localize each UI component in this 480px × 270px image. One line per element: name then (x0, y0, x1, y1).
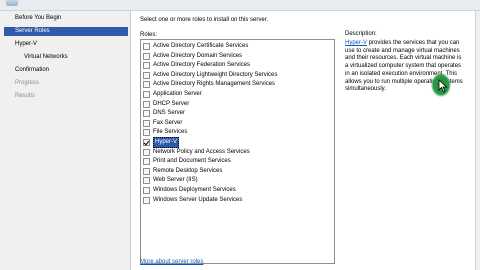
role-checkbox[interactable] (143, 100, 150, 108)
role-checkbox[interactable] (143, 129, 150, 137)
sidebar-item-results: Results (15, 93, 36, 99)
role-checkbox[interactable] (143, 91, 150, 98)
role-checkbox[interactable] (143, 148, 150, 156)
role-checkbox[interactable] (143, 196, 150, 204)
window-top-bar (0, 0, 480, 11)
role-item[interactable]: Network Policy and Access Services (143, 148, 250, 157)
sidebar-item-hyper-v[interactable]: Hyper-V (4, 40, 128, 49)
sidebar-item-virtual-networks[interactable]: Virtual Networks (4, 53, 128, 62)
role-item-hyper-v[interactable]: Hyper-V (143, 137, 180, 148)
role-item[interactable]: Active Directory Rights Management Servi… (143, 80, 275, 89)
description-heading: Description: (345, 31, 377, 37)
wizard-sidebar: Before You Begin Server Roles Hyper-V Vi… (0, 11, 131, 270)
role-checkbox[interactable] (143, 62, 150, 70)
role-item[interactable]: Active Directory Lightweight Directory S… (143, 71, 277, 80)
role-checkbox[interactable] (143, 119, 150, 127)
role-checkbox[interactable] (143, 81, 150, 89)
role-item[interactable]: DHCP Server (143, 100, 189, 109)
mouse-pointer-icon (438, 79, 448, 93)
role-item[interactable]: Active Directory Domain Services (143, 52, 242, 61)
role-checkbox[interactable] (143, 43, 150, 50)
role-checkbox[interactable] (143, 177, 150, 185)
role-checkbox[interactable] (143, 110, 150, 118)
description-hyper-v-link[interactable]: Hyper-V (345, 40, 367, 46)
window-logo-icon (6, 0, 18, 6)
role-label: Remote Desktop Services (153, 167, 223, 174)
roles-label: Roles: (140, 32, 158, 38)
role-item[interactable]: Application Server (143, 90, 202, 99)
role-label: Print and Document Services (153, 158, 231, 165)
role-label: Active Directory Rights Management Servi… (153, 81, 276, 88)
role-label: Windows Server Update Services (153, 196, 243, 203)
role-checkbox[interactable] (143, 167, 150, 175)
right-edge-panel (475, 11, 480, 270)
role-checkbox-checked[interactable] (143, 139, 150, 146)
sidebar-item-confirmation[interactable]: Confirmation (4, 66, 128, 75)
role-label: Active Directory Certificate Services (153, 43, 249, 49)
role-item[interactable]: Windows Deployment Services (143, 186, 236, 195)
role-item[interactable]: Windows Server Update Services (143, 196, 242, 205)
role-item[interactable]: Print and Document Services (143, 157, 231, 166)
role-item[interactable]: Active Directory Certificate Services (143, 42, 248, 51)
role-label-selected: Hyper-V (153, 137, 180, 148)
role-item[interactable]: Web Server (IIS) (143, 176, 198, 185)
role-item[interactable]: DNS Server (143, 109, 185, 118)
role-checkbox[interactable] (143, 52, 150, 60)
more-about-server-roles-link[interactable]: More about server roles (140, 259, 203, 265)
role-label: DNS Server (153, 110, 186, 117)
role-label: Application Server (153, 91, 202, 97)
role-item[interactable]: Active Directory Federation Services (143, 61, 250, 70)
role-label: Fax Server (153, 119, 183, 126)
role-label: Active Directory Lightweight Directory S… (153, 71, 278, 78)
role-checkbox[interactable] (143, 71, 150, 79)
role-label: Network Policy and Access Services (153, 148, 250, 155)
sidebar-item-server-roles[interactable]: Server Roles (4, 27, 128, 36)
instruction-text: Select one or more roles to install on t… (140, 17, 269, 23)
role-label: Web Server (IIS) (153, 177, 198, 184)
sidebar-item-before-you-begin[interactable]: Before You Begin (4, 14, 128, 23)
role-label: Active Directory Federation Services (153, 62, 251, 69)
role-item[interactable]: Fax Server (143, 119, 182, 128)
roles-list[interactable]: Active Directory Certificate Services Ac… (140, 39, 335, 264)
role-checkbox[interactable] (143, 187, 150, 194)
role-item[interactable]: Remote Desktop Services (143, 167, 222, 176)
role-label: DHCP Server (153, 100, 190, 107)
role-checkbox[interactable] (143, 158, 150, 166)
role-label: Windows Deployment Services (153, 187, 236, 193)
sidebar-item-progress: Progress (15, 80, 40, 86)
main-content: Select one or more roles to install on t… (131, 11, 475, 270)
role-label: Active Directory Domain Services (153, 52, 243, 59)
